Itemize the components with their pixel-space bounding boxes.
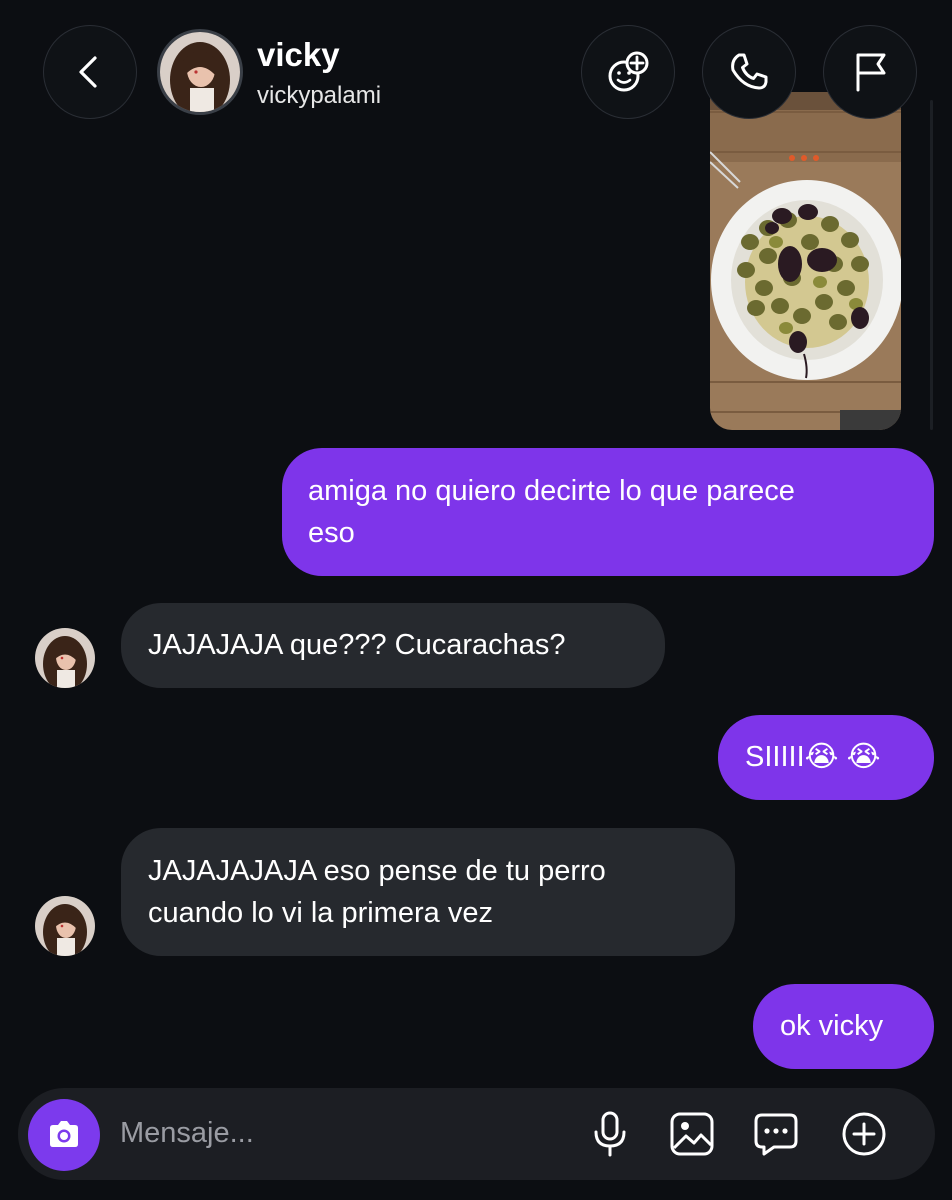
dm-chat-screen: vicky vickypalami amiga no quiero decirt… xyxy=(0,0,952,1200)
incoming-message[interactable]: JAJAJAJAJA eso pense de tu perro cuando … xyxy=(121,828,735,956)
phone-icon xyxy=(731,53,768,90)
new-chat-button[interactable] xyxy=(581,25,675,119)
microphone-icon xyxy=(594,1111,626,1157)
microphone-button[interactable] xyxy=(586,1110,634,1158)
contact-name[interactable]: vicky xyxy=(257,36,340,74)
chevron-left-icon xyxy=(79,56,97,88)
outgoing-message[interactable]: SIIIII😭 😭 xyxy=(718,715,934,800)
scroll-indicator[interactable] xyxy=(930,100,933,430)
new-chat-icon xyxy=(608,51,649,92)
photo-message[interactable] xyxy=(710,92,901,430)
report-button[interactable] xyxy=(823,25,917,119)
flag-icon xyxy=(856,53,886,92)
message-composer xyxy=(18,1088,935,1180)
sender-avatar[interactable] xyxy=(35,896,95,956)
camera-icon xyxy=(50,1121,78,1147)
camera-button[interactable] xyxy=(28,1099,100,1171)
plus-icon xyxy=(842,1112,886,1156)
back-button[interactable] xyxy=(43,25,137,119)
outgoing-message[interactable]: amiga no quiero decirte lo que parece es… xyxy=(282,448,934,576)
sender-avatar[interactable] xyxy=(35,628,95,688)
sticker-icon xyxy=(754,1113,798,1156)
outgoing-message[interactable]: ok vicky xyxy=(753,984,934,1069)
call-button[interactable] xyxy=(702,25,796,119)
profile-avatar[interactable] xyxy=(157,29,243,115)
sticker-button[interactable] xyxy=(752,1110,800,1158)
message-input[interactable] xyxy=(120,1110,560,1156)
more-options-button[interactable] xyxy=(840,1110,888,1158)
incoming-message[interactable]: JAJAJAJA que??? Cucarachas? xyxy=(121,603,665,688)
gallery-icon xyxy=(670,1112,714,1156)
contact-username[interactable]: vickypalami xyxy=(257,82,381,110)
gallery-button[interactable] xyxy=(668,1110,716,1158)
